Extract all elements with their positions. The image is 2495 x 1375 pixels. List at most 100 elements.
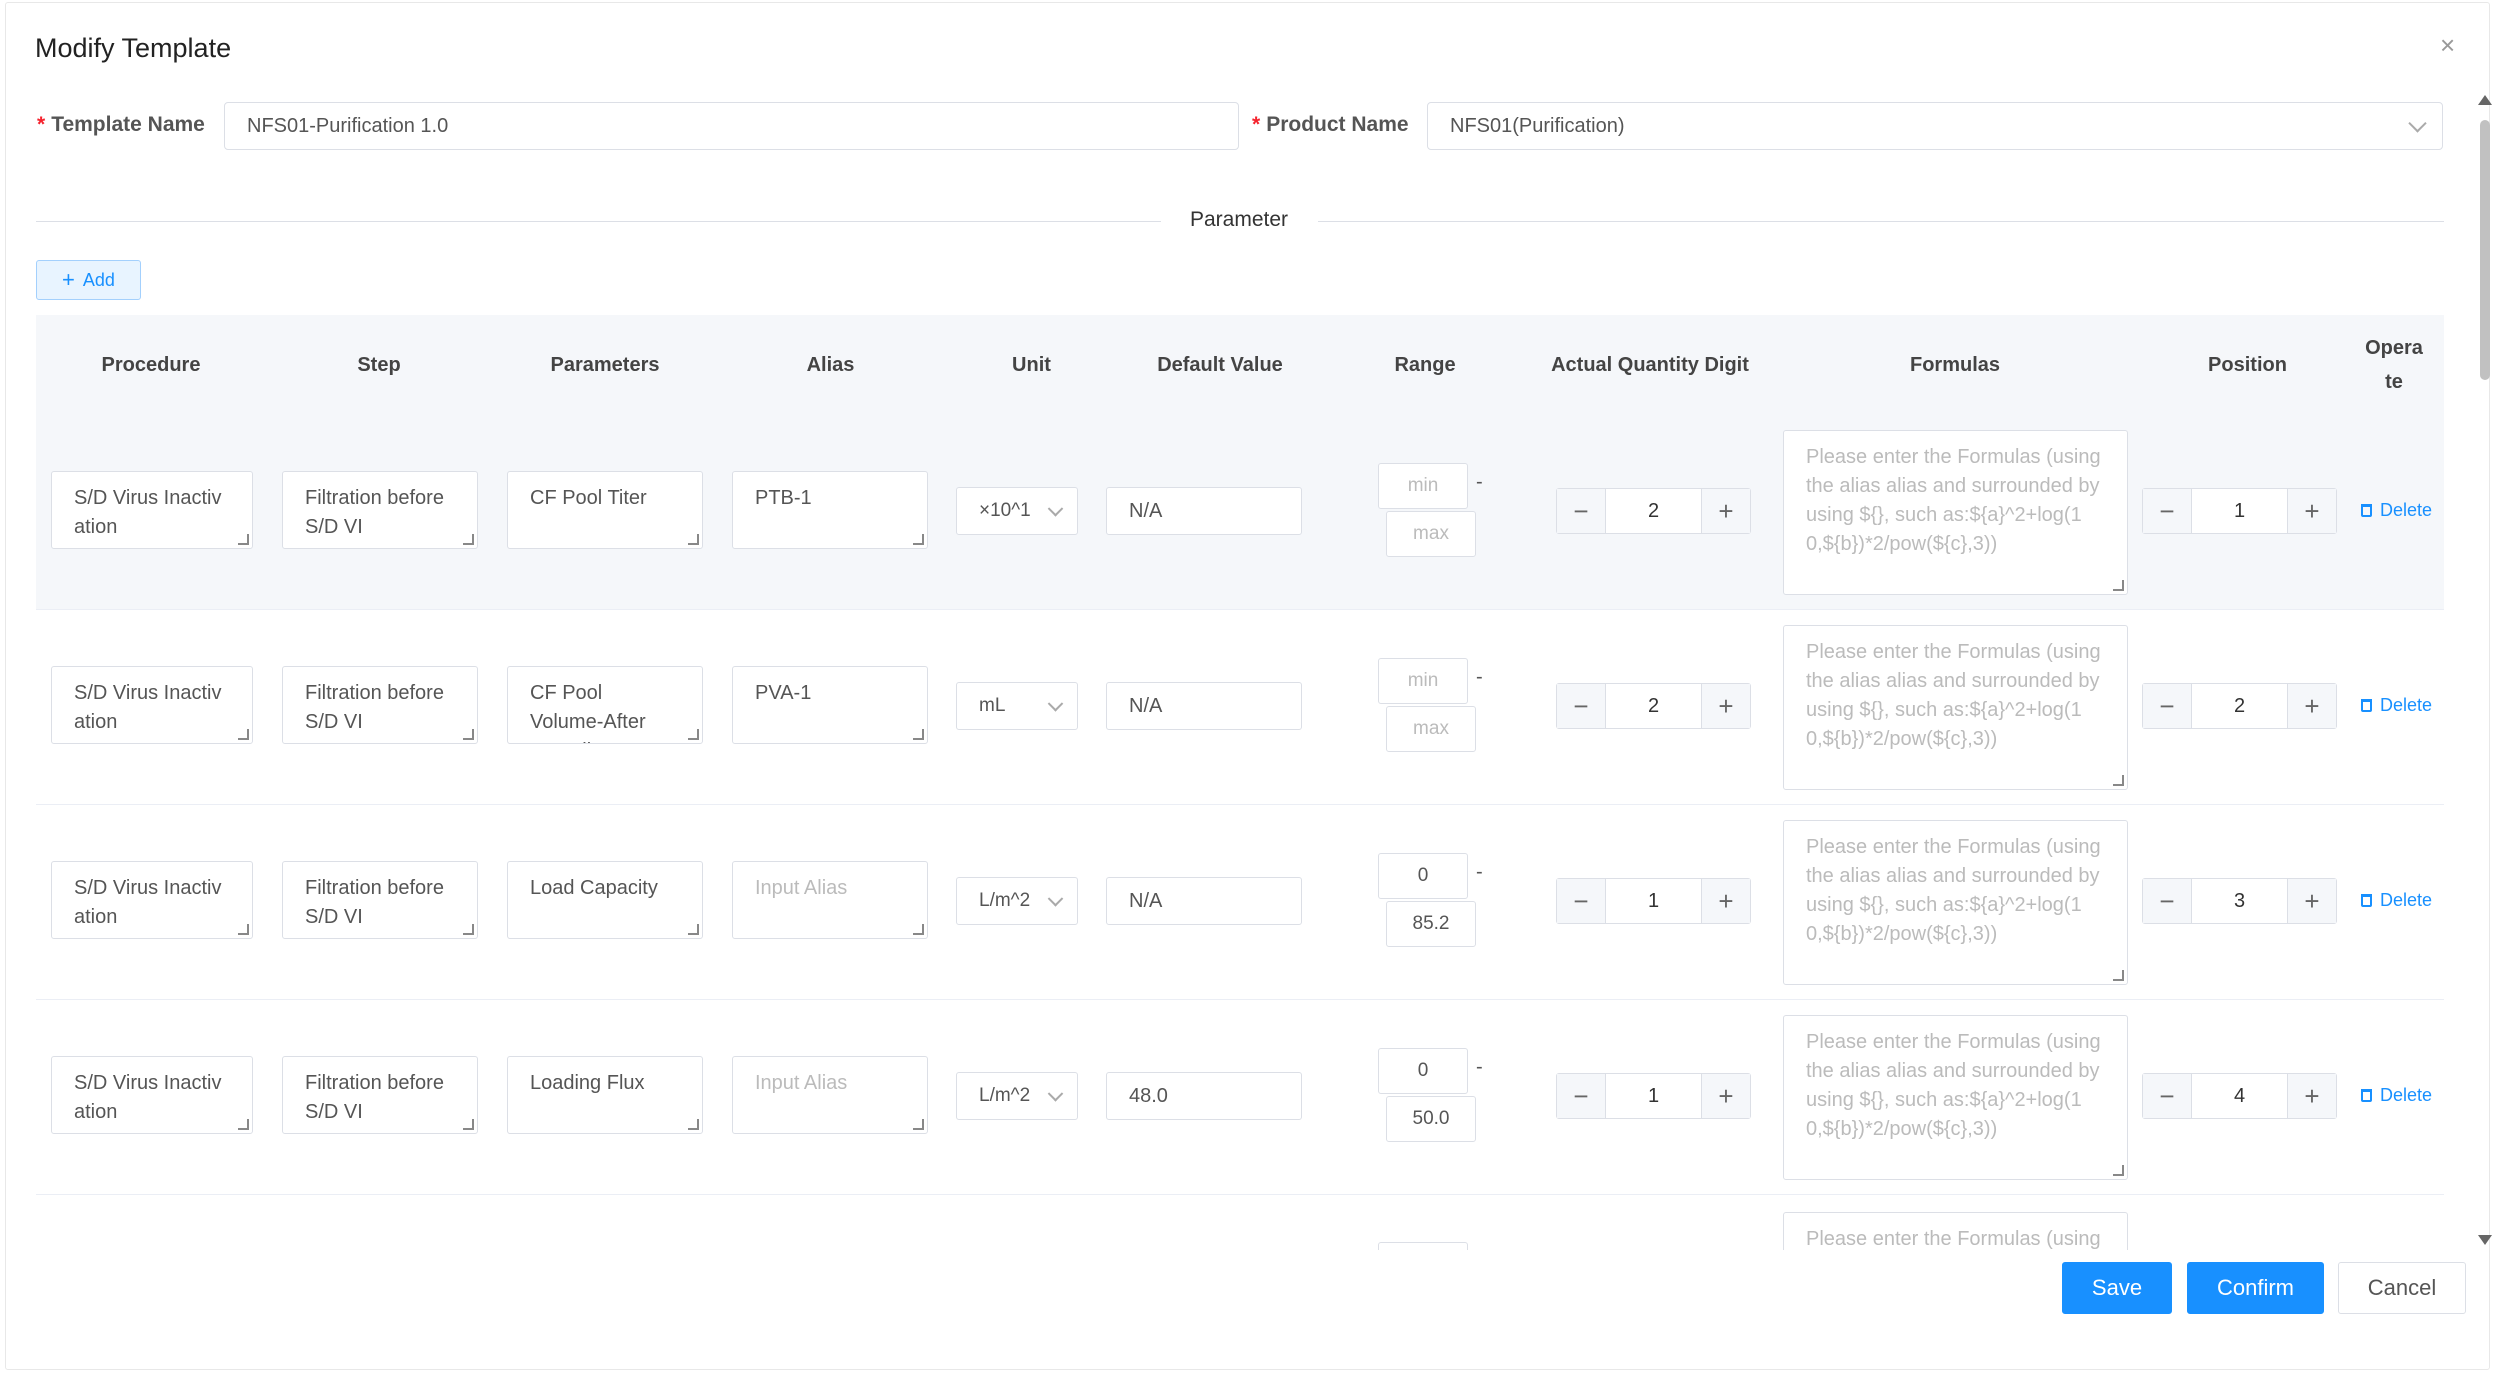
default-value-input[interactable]: N/A (1106, 877, 1302, 925)
range-min-input[interactable]: min (1378, 463, 1468, 509)
position-value[interactable]: 2 (2191, 684, 2288, 728)
scroll-down-icon[interactable] (2478, 1235, 2492, 1245)
procedure-textarea[interactable]: S/D Virus Inactiv ation (51, 471, 253, 549)
alias-textarea[interactable]: PTB-1 (732, 471, 928, 549)
unit-select[interactable]: L/m^2 (956, 877, 1078, 925)
range-max-input[interactable]: max (1386, 511, 1476, 557)
increase-button[interactable]: + (2287, 489, 2336, 533)
step-textarea[interactable]: Filtration before S/D VI (282, 666, 478, 744)
digit-stepper[interactable]: − 2 + (1556, 488, 1751, 534)
alias-textarea[interactable]: Input Alias (732, 861, 928, 939)
unit-select[interactable]: L/m^2 (956, 1072, 1078, 1120)
procedure-textarea[interactable]: S/D Virus Inactiv ation (51, 861, 253, 939)
confirm-button[interactable]: Confirm (2187, 1262, 2324, 1314)
range-max-input[interactable]: max (1386, 706, 1476, 752)
position-value[interactable]: 3 (2191, 879, 2288, 923)
alias-textarea[interactable]: PVA-1 (732, 666, 928, 744)
step-textarea[interactable]: Filtration before S/D VI (282, 471, 478, 549)
default-value-input[interactable]: N/A (1106, 487, 1302, 535)
column-header-default-value: Default Value (1157, 354, 1283, 376)
digit-stepper[interactable]: − 1 + (1556, 878, 1751, 924)
delete-button[interactable]: Delete (2361, 1085, 2432, 1106)
table-row: S/D Virus Inactiv ation Filtration befor… (36, 1000, 2444, 1195)
position-stepper[interactable]: − 1 + (2142, 488, 2337, 534)
required-mark: * (1252, 113, 1261, 136)
default-value-input[interactable]: 48.0 (1106, 1072, 1302, 1120)
add-button[interactable]: + Add (36, 260, 141, 300)
decrease-button[interactable]: − (1557, 1074, 1606, 1118)
close-icon[interactable]: × (2440, 30, 2455, 61)
parameters-textarea[interactable]: Loading Flux (507, 1056, 703, 1134)
position-stepper[interactable]: − 2 + (2142, 683, 2337, 729)
formulas-textarea[interactable]: Please enter the Formulas (using the ali… (1783, 625, 2128, 790)
range-dash: - (1476, 666, 1483, 688)
range-min-input[interactable]: 0 (1378, 853, 1468, 899)
chevron-down-icon (1047, 501, 1064, 517)
table-row-partial: Please enter the Formulas (using (36, 1212, 2444, 1250)
increase-button[interactable]: + (2287, 1074, 2336, 1118)
range-dash: - (1476, 861, 1483, 883)
digit-value[interactable]: 1 (1605, 1074, 1702, 1118)
column-header-range: Range (1394, 354, 1456, 376)
decrease-button[interactable]: − (2143, 879, 2192, 923)
decrease-button[interactable]: − (2143, 684, 2192, 728)
chevron-down-icon (1047, 891, 1064, 907)
trash-icon (2361, 894, 2372, 907)
range-min-input[interactable]: 0 (1378, 1048, 1468, 1094)
column-header-position: Position (2208, 354, 2287, 376)
decrease-button[interactable]: − (2143, 489, 2192, 533)
position-value[interactable]: 1 (2191, 489, 2288, 533)
procedure-textarea[interactable]: S/D Virus Inactiv ation (51, 666, 253, 744)
decrease-button[interactable]: − (1557, 489, 1606, 533)
unit-select[interactable]: ×10^1 (956, 487, 1078, 535)
increase-button[interactable]: + (2287, 879, 2336, 923)
decrease-button[interactable]: − (2143, 1074, 2192, 1118)
increase-button[interactable]: + (1701, 1074, 1750, 1118)
decrease-button[interactable]: − (1557, 684, 1606, 728)
template-name-input[interactable]: NFS01-Purification 1.0 (224, 102, 1239, 150)
scroll-up-icon[interactable] (2478, 95, 2492, 105)
digit-stepper[interactable]: − 2 + (1556, 683, 1751, 729)
delete-button[interactable]: Delete (2361, 500, 2432, 521)
formulas-textarea[interactable]: Please enter the Formulas (using the ali… (1783, 820, 2128, 985)
plus-icon: + (62, 267, 75, 292)
position-stepper[interactable]: − 3 + (2142, 878, 2337, 924)
alias-textarea[interactable]: Input Alias (732, 1056, 928, 1134)
position-stepper[interactable]: − 4 + (2142, 1073, 2337, 1119)
increase-button[interactable]: + (2287, 684, 2336, 728)
increase-button[interactable]: + (1701, 489, 1750, 533)
delete-button[interactable]: Delete (2361, 695, 2432, 716)
parameters-textarea[interactable]: Load Capacity (507, 861, 703, 939)
decrease-button[interactable]: − (1557, 879, 1606, 923)
increase-button[interactable]: + (1701, 879, 1750, 923)
product-name-select[interactable]: NFS01(Purification) (1427, 102, 2443, 150)
cancel-button[interactable]: Cancel (2338, 1262, 2466, 1314)
digit-value[interactable]: 2 (1605, 684, 1702, 728)
formulas-textarea[interactable]: Please enter the Formulas (using the ali… (1783, 1015, 2128, 1180)
digit-stepper[interactable]: − 1 + (1556, 1073, 1751, 1119)
parameters-textarea[interactable]: CF Pool Volume-After Sampling (507, 666, 703, 744)
scroll-thumb[interactable] (2480, 120, 2490, 380)
step-textarea[interactable]: Filtration before S/D VI (282, 1056, 478, 1134)
digit-value[interactable]: 2 (1605, 489, 1702, 533)
range-min-input[interactable]: min (1378, 658, 1468, 704)
step-textarea[interactable]: Filtration before S/D VI (282, 861, 478, 939)
column-header-procedure: Procedure (101, 354, 201, 376)
formulas-textarea[interactable]: Please enter the Formulas (using (1783, 1212, 2128, 1250)
unit-select[interactable]: mL (956, 682, 1078, 730)
column-header-operate: Opera te (2365, 337, 2423, 393)
increase-button[interactable]: + (1701, 684, 1750, 728)
range-max-input[interactable]: 85.2 (1386, 901, 1476, 947)
vertical-scrollbar[interactable] (2478, 95, 2492, 1245)
procedure-textarea[interactable]: S/D Virus Inactiv ation (51, 1056, 253, 1134)
column-header-alias: Alias (806, 354, 855, 376)
parameters-textarea[interactable]: CF Pool Titer (507, 471, 703, 549)
default-value-input[interactable]: N/A (1106, 682, 1302, 730)
delete-button[interactable]: Delete (2361, 890, 2432, 911)
digit-value[interactable]: 1 (1605, 879, 1702, 923)
formulas-textarea[interactable]: Please enter the Formulas (using the ali… (1783, 430, 2128, 595)
range-max-input[interactable]: 50.0 (1386, 1096, 1476, 1142)
position-value[interactable]: 4 (2191, 1074, 2288, 1118)
range-min-input[interactable] (1378, 1242, 1468, 1250)
save-button[interactable]: Save (2062, 1262, 2172, 1314)
